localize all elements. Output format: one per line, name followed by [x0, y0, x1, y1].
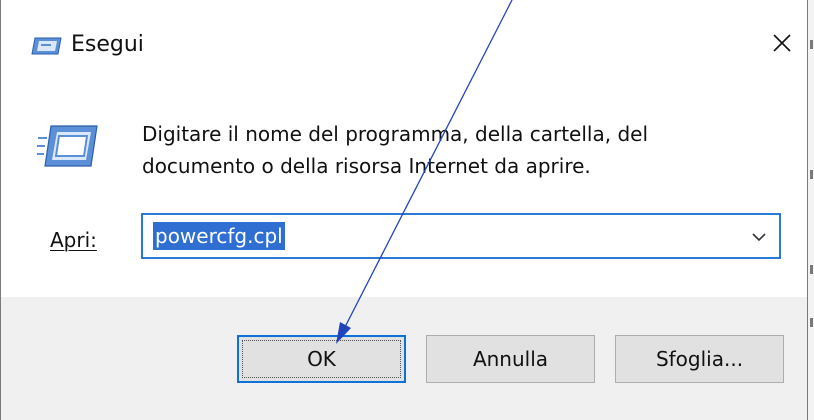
background-window-mark	[810, 40, 813, 49]
open-label: Apri:	[50, 228, 97, 252]
cancel-button[interactable]: Annulla	[426, 335, 595, 383]
chevron-down-icon[interactable]	[749, 227, 769, 247]
ok-button-label: OK	[307, 347, 336, 371]
close-icon	[772, 33, 792, 57]
background-window-mark	[810, 170, 813, 179]
run-icon	[37, 124, 101, 172]
close-button[interactable]	[765, 28, 799, 62]
run-dialog: Esegui Digitare il nome del programma, d…	[0, 0, 808, 420]
cancel-button-label: Annulla	[472, 347, 549, 371]
open-combobox[interactable]: powercfg.cpl	[141, 213, 781, 259]
browse-button[interactable]: Sfoglia...	[615, 335, 784, 383]
open-input[interactable]: powercfg.cpl	[153, 222, 285, 250]
run-icon	[31, 37, 63, 59]
ok-button[interactable]: OK	[237, 335, 406, 383]
background-window-strip	[808, 0, 814, 420]
page: Esegui Digitare il nome del programma, d…	[0, 0, 814, 420]
dialog-title: Esegui	[71, 32, 144, 57]
dialog-description: Digitare il nome del programma, della ca…	[142, 122, 649, 178]
background-window-mark	[810, 265, 813, 274]
background-window-mark	[810, 318, 813, 327]
browse-button-label: Sfoglia...	[655, 347, 744, 371]
title-bar[interactable]: Esegui	[1, 0, 807, 88]
